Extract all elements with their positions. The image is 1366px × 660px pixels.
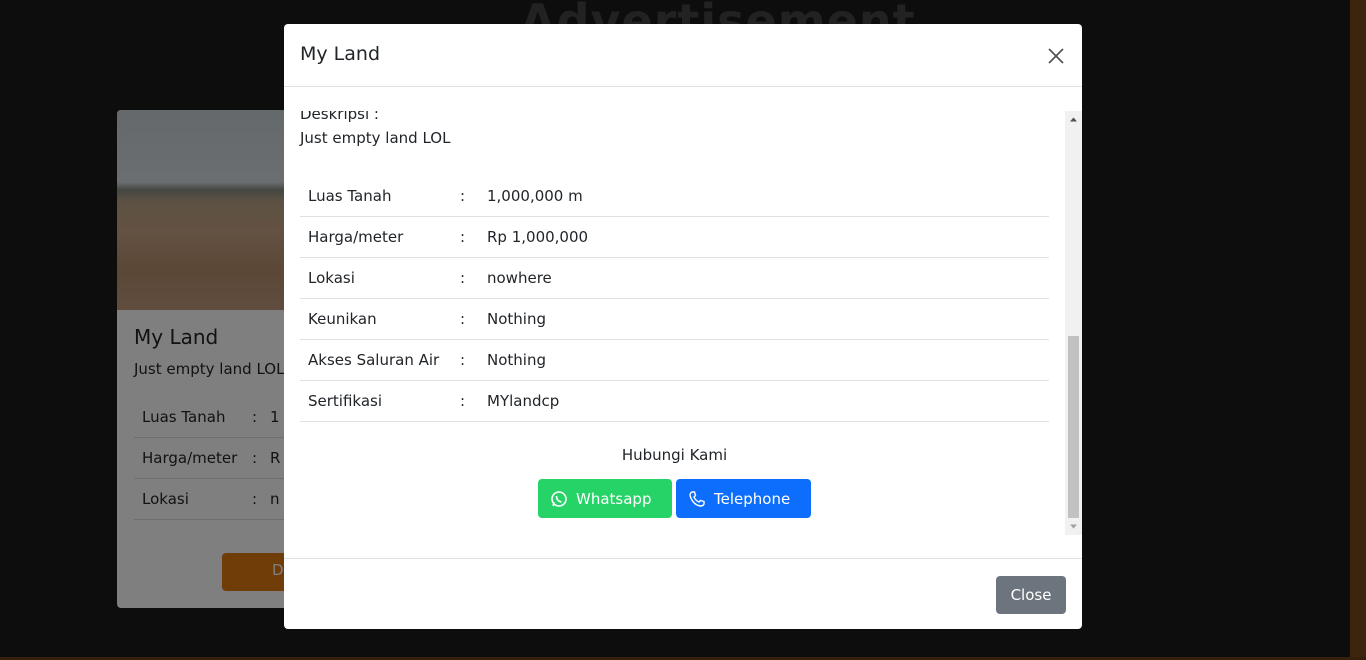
spec-value: nowhere bbox=[487, 269, 552, 287]
table-row: Harga/meter : Rp 1,000,000 bbox=[300, 217, 1049, 258]
whatsapp-icon bbox=[551, 490, 567, 507]
table-row: Luas Tanah : 1,000,000 m bbox=[300, 176, 1049, 217]
modal-header: My Land bbox=[284, 24, 1082, 87]
spec-colon: : bbox=[460, 310, 466, 328]
whatsapp-button[interactable]: Whatsapp bbox=[538, 479, 672, 518]
listing-modal: My Land Deskripsi : Just empty land LOL … bbox=[284, 24, 1082, 629]
spec-value: MYlandcp bbox=[487, 392, 560, 410]
spec-key: Harga/meter bbox=[308, 228, 404, 246]
modal-scrollbar[interactable] bbox=[1065, 111, 1082, 535]
spec-colon: : bbox=[460, 228, 466, 246]
table-row: Sertifikasi : MYlandcp bbox=[300, 381, 1049, 422]
close-button[interactable]: Close bbox=[996, 576, 1066, 614]
spec-key: Lokasi bbox=[308, 269, 355, 287]
spec-colon: : bbox=[460, 269, 466, 287]
scroll-up-arrow-icon[interactable] bbox=[1065, 111, 1082, 128]
table-row: Keunikan : Nothing bbox=[300, 299, 1049, 340]
scrollbar-thumb[interactable] bbox=[1068, 336, 1079, 518]
close-icon[interactable] bbox=[1044, 44, 1068, 68]
spec-colon: : bbox=[460, 351, 466, 369]
table-row: Lokasi : nowhere bbox=[300, 258, 1049, 299]
modal-body[interactable]: Deskripsi : Just empty land LOL Luas Tan… bbox=[284, 111, 1082, 535]
phone-icon bbox=[689, 490, 705, 507]
spec-value: Rp 1,000,000 bbox=[487, 228, 589, 246]
spec-key: Luas Tanah bbox=[308, 187, 392, 205]
spec-colon: : bbox=[460, 187, 466, 205]
modal-footer: Close bbox=[284, 558, 1082, 629]
contact-title: Hubungi Kami bbox=[621, 446, 728, 464]
spec-key: Keunikan bbox=[308, 310, 377, 328]
spec-value: Nothing bbox=[487, 310, 546, 328]
spec-key: Akses Saluran Air bbox=[308, 351, 440, 369]
spec-value: Nothing bbox=[487, 351, 546, 369]
scroll-down-arrow-icon[interactable] bbox=[1065, 518, 1082, 535]
table-row: Akses Saluran Air : Nothing bbox=[300, 340, 1049, 381]
description-text: Just empty land LOL bbox=[300, 129, 451, 147]
spec-key: Sertifikasi bbox=[308, 392, 383, 410]
spec-value: 1,000,000 m bbox=[487, 187, 583, 205]
spec-colon: : bbox=[460, 392, 466, 410]
telephone-label: Telephone bbox=[714, 489, 791, 508]
whatsapp-label: Whatsapp bbox=[576, 489, 652, 508]
telephone-button[interactable]: Telephone bbox=[676, 479, 811, 518]
description-label: Deskripsi : bbox=[300, 111, 379, 123]
spec-table: Luas Tanah : 1,000,000 m Harga/meter : R… bbox=[300, 176, 1049, 422]
modal-title: My Land bbox=[300, 43, 381, 65]
